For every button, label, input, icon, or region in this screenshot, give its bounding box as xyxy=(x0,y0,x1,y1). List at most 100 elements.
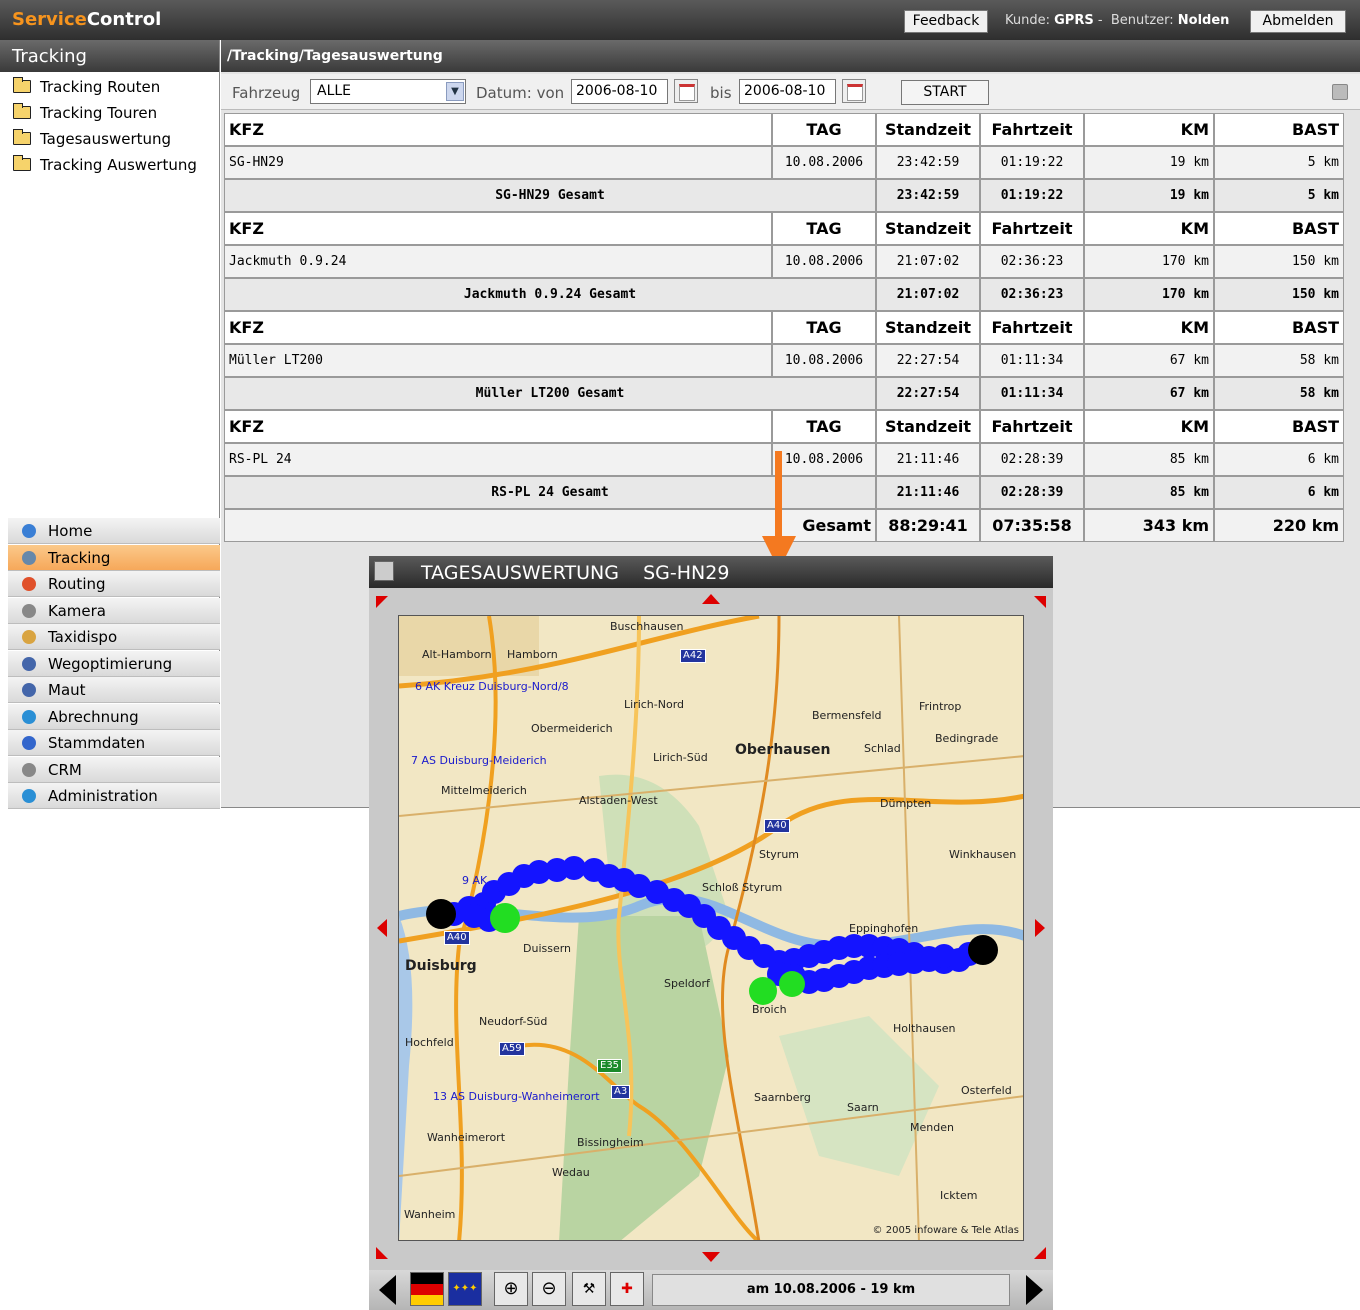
map-copyright: © 2005 infoware & Tele Atlas xyxy=(872,1225,1019,1236)
printer-icon[interactable] xyxy=(1332,84,1348,100)
table-cell: 23:42:59 xyxy=(876,179,980,212)
pan-right-icon[interactable] xyxy=(1035,919,1045,937)
tree-item-tracking-routen[interactable]: Tracking Routen xyxy=(0,74,219,100)
table-cell: 58 km xyxy=(1214,344,1344,377)
pan-down-icon[interactable] xyxy=(702,1252,720,1262)
nav-item-home[interactable]: Home xyxy=(8,518,220,544)
pan-sw-icon[interactable] xyxy=(376,1247,388,1259)
zoom-in-icon[interactable]: ⊕ xyxy=(494,1272,528,1306)
table-cell: Standzeit xyxy=(876,212,980,245)
table-cell: KM xyxy=(1084,212,1214,245)
table-cell: Müller LT200 Gesamt xyxy=(224,377,876,410)
endpoint-marker xyxy=(968,935,998,965)
nav-item-abrechnung[interactable]: Abrechnung xyxy=(8,703,220,730)
europe-flag-icon[interactable]: ✦✦✦ xyxy=(448,1272,482,1306)
table-cell: TAG xyxy=(772,410,876,443)
table-subtotal-row: Müller LT200 Gesamt 22:27:54 01:11:34 67 km… xyxy=(224,377,1344,410)
center-icon[interactable]: ✚ xyxy=(610,1272,644,1306)
start-button[interactable]: START xyxy=(901,80,989,105)
vehicle-select[interactable]: ALLE ▼ xyxy=(310,79,466,104)
table-cell: 150 km xyxy=(1214,278,1344,311)
report-table: KFZ TAG Standzeit Fahrtzeit KM BAST SG-HN29 10.… xyxy=(224,113,1344,542)
table-cell: SG-HN29 xyxy=(224,146,772,179)
nav-item-stammdaten[interactable]: Stammdaten xyxy=(8,730,220,756)
table-cell: 10.08.2006 xyxy=(772,344,876,377)
map-view[interactable]: Buschhausen Alt-Hamborn Hamborn 6 AK Kreuz … xyxy=(398,615,1024,1241)
tool-icon[interactable]: ⚒ xyxy=(572,1272,606,1306)
previous-icon[interactable] xyxy=(379,1275,396,1305)
folder-icon xyxy=(13,155,31,171)
filter-bar: Fahrzeug ALLE ▼ Datum: von 2006-08-10 bis… xyxy=(221,74,1360,110)
table-cell: Jackmuth 0.9.24 Gesamt xyxy=(224,278,876,311)
table-cell: Fahrtzeit xyxy=(980,113,1084,146)
map-title: TAGESAUSWERTUNG SG-HN29 xyxy=(369,556,1053,588)
germany-flag-icon[interactable] xyxy=(410,1272,444,1306)
arrow-connector xyxy=(775,451,782,541)
map-status: am 10.08.2006 - 19 km xyxy=(652,1274,1010,1306)
table-cell: Jackmuth 0.9.24 xyxy=(224,245,772,278)
pan-se-icon[interactable] xyxy=(1034,1247,1046,1259)
table-cell: KFZ xyxy=(224,410,772,443)
stop-marker xyxy=(490,903,520,933)
date-from-input[interactable]: 2006-08-10 xyxy=(571,79,668,104)
table-cell: 21:11:46 xyxy=(876,443,980,476)
table-cell: SG-HN29 Gesamt xyxy=(224,179,876,212)
nav-item-routing[interactable]: Routing xyxy=(8,571,220,597)
pan-ne-icon[interactable] xyxy=(1034,596,1046,608)
table-subtotal-row: RS-PL 24 Gesamt 21:11:46 02:28:39 85 km 6 km xyxy=(224,476,1344,509)
table-cell: 5 km xyxy=(1214,179,1344,212)
crm-icon xyxy=(22,762,36,777)
table-cell: TAG xyxy=(772,113,876,146)
table-cell: BAST xyxy=(1214,311,1344,344)
nav-item-administration[interactable]: Administration xyxy=(8,783,220,809)
table-cell: 220 km xyxy=(1214,509,1344,542)
table-cell: 67 km xyxy=(1084,377,1214,410)
tree-item-tracking-touren[interactable]: Tracking Touren xyxy=(0,100,219,126)
table-cell: 22:27:54 xyxy=(876,344,980,377)
table-cell: KFZ xyxy=(224,212,772,245)
pan-nw-icon[interactable] xyxy=(376,596,388,608)
chevron-down-icon[interactable]: ▼ xyxy=(446,82,464,101)
table-cell: Standzeit xyxy=(876,311,980,344)
table-cell: 67 km xyxy=(1084,344,1214,377)
folder-icon xyxy=(13,77,31,93)
pan-up-icon[interactable] xyxy=(702,594,720,604)
tree-item-tracking-auswertung[interactable]: Tracking Auswertung xyxy=(0,152,219,178)
calendar-icon[interactable] xyxy=(842,79,866,103)
calendar-icon[interactable] xyxy=(674,79,698,103)
date-to-input[interactable]: 2006-08-10 xyxy=(739,79,836,104)
table-cell: Müller LT200 xyxy=(224,344,772,377)
table-header-row: KFZ TAG Standzeit Fahrtzeit KM BAST xyxy=(224,212,1344,245)
nav-item-tracking[interactable]: Tracking xyxy=(8,544,220,571)
toll-icon xyxy=(22,683,36,697)
table-cell: 19 km xyxy=(1084,179,1214,212)
printer-icon[interactable] xyxy=(374,561,394,581)
table-cell: BAST xyxy=(1214,212,1344,245)
feedback-button[interactable]: Feedback xyxy=(904,10,988,33)
table-cell: 6 km xyxy=(1214,443,1344,476)
next-icon[interactable] xyxy=(1026,1275,1043,1305)
table-cell: 10.08.2006 xyxy=(772,245,876,278)
zoom-out-icon[interactable]: ⊖ xyxy=(532,1272,566,1306)
tree-item-tagesauswertung[interactable]: Tagesauswertung xyxy=(0,126,219,152)
nav-item-kamera[interactable]: Kamera xyxy=(8,597,220,624)
table-cell: KM xyxy=(1084,311,1214,344)
nav-item-taxidispo[interactable]: Taxidispo xyxy=(8,624,220,650)
pan-left-icon[interactable] xyxy=(377,919,387,937)
table-cell: Fahrtzeit xyxy=(980,212,1084,245)
billing-icon xyxy=(22,709,36,724)
table-cell: Fahrtzeit xyxy=(980,410,1084,443)
stop-marker xyxy=(779,971,805,997)
table-cell: 01:19:22 xyxy=(980,146,1084,179)
table-cell: TAG xyxy=(772,212,876,245)
logout-button[interactable]: Abmelden xyxy=(1250,10,1346,33)
table-cell: KFZ xyxy=(224,311,772,344)
track-point xyxy=(932,944,956,968)
camera-icon xyxy=(22,603,36,618)
nav-item-wegoptimierung[interactable]: Wegoptimierung xyxy=(8,650,220,677)
table-cell: 21:11:46 xyxy=(876,476,980,509)
table-cell: KFZ xyxy=(224,113,772,146)
table-header-row: KFZ TAG Standzeit Fahrtzeit KM BAST xyxy=(224,113,1344,146)
nav-item-maut[interactable]: Maut xyxy=(8,677,220,703)
nav-item-crm[interactable]: CRM xyxy=(8,756,220,783)
